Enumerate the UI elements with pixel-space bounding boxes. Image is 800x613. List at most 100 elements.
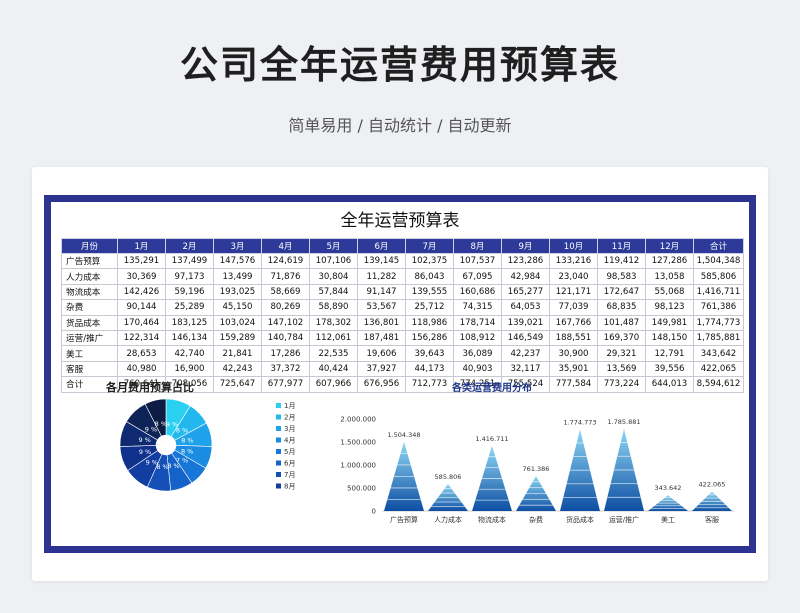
table-cell: 136,801 (357, 314, 406, 331)
bar-data-label: 1.504.348 (387, 431, 420, 439)
legend-swatch (276, 426, 281, 431)
x-category-label: 杂费 (529, 515, 543, 524)
table-cell: 28,653 (117, 345, 166, 362)
table-cell: 13,569 (597, 360, 646, 378)
table-cell: 777,584 (549, 376, 598, 393)
table-cell: 40,980 (117, 360, 166, 378)
table-cell: 133,216 (549, 252, 598, 270)
table-row: 物流成本 142,426 59,196 193,025 58,669 57,844 91,1… (61, 283, 744, 301)
table-cell: 29,321 (597, 345, 646, 362)
table-cell: 39,643 (405, 345, 454, 362)
table-cell: 11,282 (357, 268, 406, 285)
table-cell: 17,286 (261, 345, 310, 362)
table-cell: 1,774,773 (693, 314, 744, 331)
table-cell: 761,386 (693, 299, 744, 316)
table-cell: 712,773 (405, 376, 454, 393)
table-cell: 30,369 (117, 268, 166, 285)
table-cell: 108,912 (453, 329, 502, 347)
table-cell: 42,740 (165, 345, 214, 362)
row-label: 杂费 (61, 299, 118, 316)
table-cell: 607,966 (309, 376, 358, 393)
table-cell: 156,286 (405, 329, 454, 347)
x-category-label: 广告预算 (390, 515, 418, 524)
table-cell: 101,487 (597, 314, 646, 331)
table-cell: 107,106 (309, 252, 358, 270)
bar-data-label: 1.785.881 (607, 418, 640, 426)
table-cell: 137,499 (165, 252, 214, 270)
pie-slice-label: 8 % (156, 463, 168, 471)
pie-chart: 9 %8 %8 %8 %7 %8 %8 %9 %9 %9 %9 %8 %1月2月… (119, 399, 295, 492)
table-cell: 55,068 (645, 283, 694, 301)
page-subtitle: 简单易用 / 自动统计 / 自动更新 (288, 116, 512, 135)
row-label: 客服 (61, 360, 118, 378)
bar-data-label: 585.806 (435, 473, 462, 481)
column-header: 9月 (501, 238, 550, 254)
table-cell: 139,145 (357, 252, 406, 270)
table-row: 客服 40,980 16,900 42,243 37,372 40,424 37,927 44… (61, 360, 744, 378)
column-header: 6月 (357, 238, 406, 254)
table-cell: 147,576 (213, 252, 262, 270)
column-header: 2月 (165, 238, 214, 254)
table-cell: 148,150 (645, 329, 694, 347)
table-cell: 39,556 (645, 360, 694, 378)
table-cell: 140,784 (261, 329, 310, 347)
pie-slice-label: 8 % (181, 448, 193, 456)
table-row: 广告预算 135,291 137,499 147,576 124,619 107,106 1… (61, 252, 744, 270)
legend-swatch (276, 414, 281, 420)
table-cell: 123,286 (501, 252, 550, 270)
table-cell: 103,024 (213, 314, 262, 331)
pie-slice-label: 9 % (139, 448, 151, 456)
table-cell: 139,021 (501, 314, 550, 331)
column-header: 8月 (453, 238, 502, 254)
table-cell: 90,144 (117, 299, 166, 316)
pie-slice-label: 8 % (181, 436, 193, 444)
table-cell: 725,647 (213, 376, 262, 393)
table-cell: 146,549 (501, 329, 550, 347)
table-cell: 139,555 (405, 283, 454, 301)
row-label: 物流成本 (61, 283, 118, 301)
table-cell: 677,977 (261, 376, 310, 393)
column-header: 12月 (645, 238, 694, 254)
column-header: 11月 (597, 238, 646, 254)
table-cell: 21,841 (213, 345, 262, 362)
table-cell: 44,173 (405, 360, 454, 378)
table-cell: 40,903 (453, 360, 502, 378)
x-category-label: 物流成本 (478, 515, 506, 524)
table-cell: 68,835 (597, 299, 646, 316)
bar-data-label: 343.642 (655, 484, 682, 492)
column-header: 7月 (405, 238, 454, 254)
x-category-label: 货品成本 (566, 515, 594, 524)
column-header: 10月 (549, 238, 598, 254)
table-cell: 59,196 (165, 283, 214, 301)
table-cell: 188,551 (549, 329, 598, 347)
column-header: 1月 (117, 238, 166, 254)
column-header: 5月 (309, 238, 358, 254)
table-cell: 25,289 (165, 299, 214, 316)
pie-slice-label: 8 % (167, 462, 179, 470)
pie-chart-title: 各月费用预算占比 (106, 381, 194, 394)
bar-data-label: 1.774.773 (563, 418, 596, 426)
table-cell: 45,150 (213, 299, 262, 316)
table-cell: 172,647 (597, 283, 646, 301)
table-row: 货品成本 170,464 183,125 103,024 147,102 178,302 1… (61, 314, 744, 331)
budget-table: 月份 1月 2月 3月 4月 5月 6月 7月 8月 9月 10月 11月 12月 合计 广告预算 135,… (61, 238, 744, 393)
table-row: 运营/推广 122,314 146,134 159,289 140,784 112,061… (61, 329, 744, 347)
table-cell: 343,642 (693, 345, 744, 362)
legend-swatch (276, 483, 281, 489)
pie-slice-label: 9 % (138, 436, 150, 444)
legend-swatch (276, 403, 281, 408)
y-tick-label: 1.500.000 (340, 439, 376, 447)
table-cell: 165,277 (501, 283, 550, 301)
preview-card: 全年运营预算表 月份 1月 2月 3月 4月 5月 6月 7月 8月 9月 10月 11月 12月 合计 … (32, 167, 768, 581)
table-row: 人力成本 30,369 97,173 13,499 71,876 30,804 11,282… (61, 268, 744, 285)
table-cell: 147,102 (261, 314, 310, 331)
table-cell: 80,269 (261, 299, 310, 316)
table-cell: 169,370 (597, 329, 646, 347)
table-cell: 30,900 (549, 345, 598, 362)
table-cell: 36,089 (453, 345, 502, 362)
table-cell: 773,224 (597, 376, 646, 393)
legend-swatch (276, 449, 281, 454)
table-cell: 86,043 (405, 268, 454, 285)
column-header: 月份 (61, 238, 118, 254)
row-label: 运营/推广 (61, 329, 118, 347)
